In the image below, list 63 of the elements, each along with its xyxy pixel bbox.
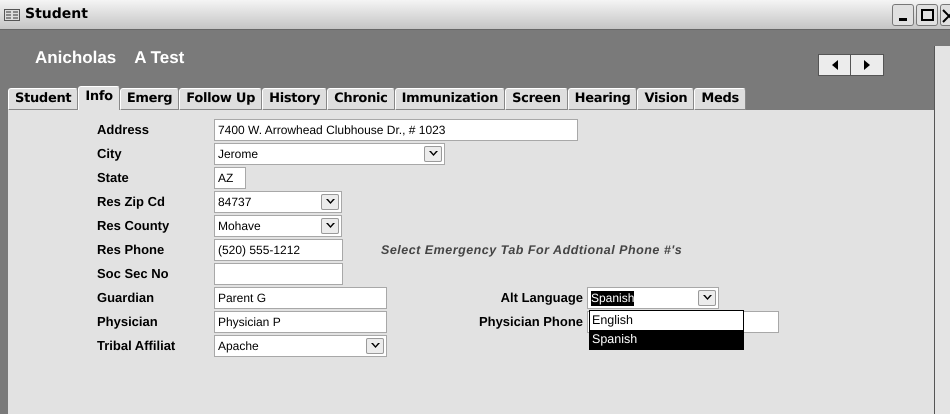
input-field[interactable]: 7400 W. Arrowhead Clubhouse Dr., # 1023 xyxy=(214,119,578,141)
tab[interactable]: Student xyxy=(8,88,78,110)
field-label: Soc Sec No xyxy=(97,265,170,284)
caret-icon xyxy=(702,295,712,301)
caret-icon xyxy=(428,151,438,157)
dropdown-button[interactable] xyxy=(698,290,716,306)
caret-icon xyxy=(326,223,334,229)
window-title: Student xyxy=(25,5,88,24)
tab[interactable]: Meds xyxy=(694,88,746,110)
tab[interactable]: Hearing xyxy=(568,88,638,110)
combo-value: Spanish xyxy=(591,290,634,306)
input-field[interactable]: Parent G xyxy=(214,287,387,309)
combo-value: Mohave xyxy=(218,218,261,234)
dropdown-option[interactable]: Spanish xyxy=(590,330,743,349)
field-label: Tribal Affiliat xyxy=(97,337,176,356)
field-label: Address xyxy=(97,121,150,140)
maximize-button[interactable] xyxy=(916,4,938,26)
combo-value: 84737 xyxy=(218,194,252,210)
right-triangle-icon xyxy=(864,60,870,70)
next-button[interactable] xyxy=(851,54,884,76)
caret-icon xyxy=(370,343,380,349)
tab[interactable]: Vision xyxy=(637,88,694,110)
combo-box[interactable]: Mohave xyxy=(214,215,342,237)
dropdown-option[interactable]: English xyxy=(590,311,743,330)
field-label: Res Phone xyxy=(97,241,166,260)
minimize-button[interactable] xyxy=(892,4,914,26)
combo-box[interactable]: Spanish xyxy=(587,287,719,309)
field-label: Physician Phone xyxy=(478,313,584,332)
last-name: A Test xyxy=(134,47,184,70)
tab[interactable]: History xyxy=(262,88,328,110)
input-field[interactable]: Physician P xyxy=(214,311,387,333)
field-label: Res County xyxy=(97,217,170,236)
input-field[interactable]: AZ xyxy=(214,167,246,189)
dropdown-button[interactable] xyxy=(321,194,339,210)
tab[interactable]: Info xyxy=(78,86,120,110)
dropdown-button[interactable] xyxy=(321,218,339,234)
first-name: Anicholas xyxy=(35,47,116,70)
left-triangle-icon xyxy=(832,60,838,70)
field-label: Guardian xyxy=(97,289,156,308)
hint-text: Select Emergency Tab For Addtional Phone #'s xyxy=(381,242,682,259)
combo-value: Apache xyxy=(218,338,259,354)
combo-value: Jerome xyxy=(218,146,258,162)
field-label: Physician xyxy=(97,313,159,332)
form-icon xyxy=(4,8,20,20)
field-label: City xyxy=(97,145,123,164)
field-label: Alt Language xyxy=(500,289,584,308)
input-field[interactable]: (520) 555-1212 xyxy=(214,239,343,261)
caret-icon xyxy=(326,199,334,205)
combo-box[interactable]: 84737 xyxy=(214,191,342,213)
combo-box[interactable]: Jerome xyxy=(214,143,445,165)
tab[interactable]: Follow Up xyxy=(179,88,262,110)
tab[interactable]: Immunization xyxy=(394,88,506,110)
dropdown-button[interactable] xyxy=(424,146,442,162)
field-label: Res Zip Cd xyxy=(97,193,166,212)
field-label: State xyxy=(97,169,130,188)
close-button[interactable] xyxy=(940,4,950,26)
combo-box[interactable]: Apache xyxy=(214,335,387,357)
previous-button[interactable] xyxy=(818,54,851,76)
tab[interactable]: Chronic xyxy=(327,88,395,110)
dropdown-button[interactable] xyxy=(366,338,384,354)
tab[interactable]: Screen xyxy=(505,88,568,110)
input-field[interactable] xyxy=(214,263,343,285)
tab[interactable]: Emerg xyxy=(120,88,180,110)
